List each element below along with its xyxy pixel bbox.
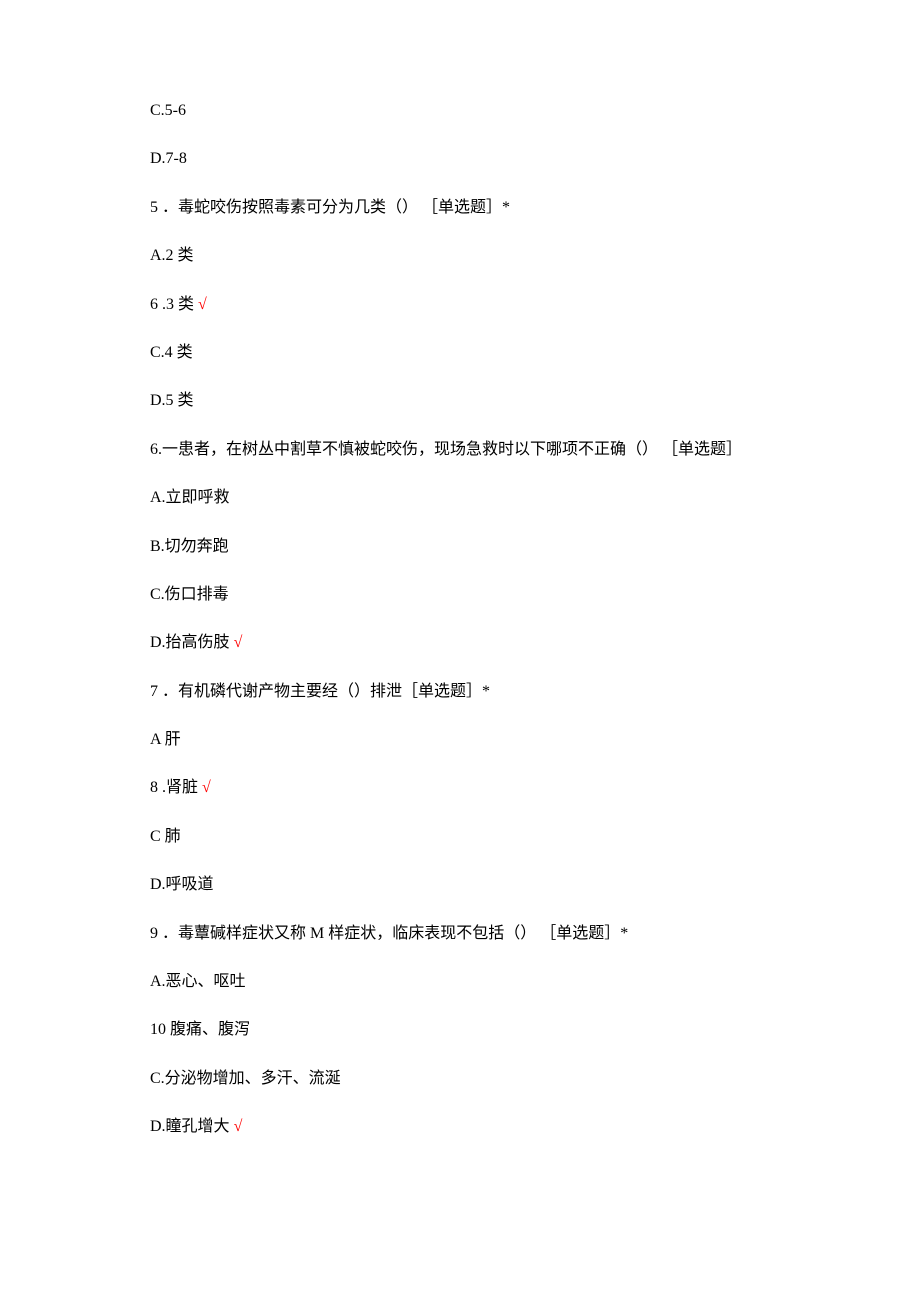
line-text: C.伤口排毒 [150,586,229,603]
line-text: D.抬高伤肢 [150,634,230,651]
text-line: A.2 类 [150,245,770,267]
text-line: D.7-8 [150,148,770,170]
line-text: C.4 类 [150,344,193,361]
text-line: C.5-6 [150,100,770,122]
text-line: D.5 类 [150,390,770,412]
text-line: B.切勿奔跑 [150,536,770,558]
line-text: D.7-8 [150,150,187,167]
line-text: A 肝 [150,731,181,748]
line-text: D.5 类 [150,392,194,409]
text-line: C.分泌物增加、多汗、流涎 [150,1068,770,1090]
line-text: C 肺 [150,828,181,845]
text-line: D.瞳孔增大√ [150,1116,770,1138]
line-text: A.恶心、呕吐 [150,973,246,990]
document-body: C.5-6 D.7-8 5 ．毒蛇咬伤按照毒素可分为几类（） ［单选题］* A.2 类… [150,100,770,1139]
correct-mark-icon: √ [202,779,211,796]
text-line: 10 腹痛、腹泻 [150,1019,770,1041]
text-line: 7 ．有机磷代谢产物主要经（）排泄［单选题］* [150,681,770,703]
text-line: 5 ．毒蛇咬伤按照毒素可分为几类（） ［单选题］* [150,197,770,219]
text-line: 9 ．毒蕈碱样症状又称 M 样症状，临床表现不包括（） ［单选题］* [150,923,770,945]
line-text: 7 ．有机磷代谢产物主要经（）排泄［单选题］* [150,683,490,700]
text-line: 6.一患者，在树丛中割草不慎被蛇咬伤，现场急救时以下哪项不正确（） ［单选题］ [150,439,770,461]
text-line: C.伤口排毒 [150,584,770,606]
correct-mark-icon: √ [234,1118,243,1135]
line-text: A.立即呼救 [150,489,230,506]
text-line: A.恶心、呕吐 [150,971,770,993]
line-text: A.2 类 [150,247,194,264]
text-line: A 肝 [150,729,770,751]
text-line: C.4 类 [150,342,770,364]
line-text: C.5-6 [150,102,186,119]
line-text: D.呼吸道 [150,876,214,893]
text-line: 8 .肾脏√ [150,777,770,799]
line-text: C.分泌物增加、多汗、流涎 [150,1070,341,1087]
line-text: 10 腹痛、腹泻 [150,1021,250,1038]
line-text: D.瞳孔增大 [150,1118,230,1135]
text-line: D.呼吸道 [150,874,770,896]
line-text: 5 ．毒蛇咬伤按照毒素可分为几类（） ［单选题］* [150,199,510,216]
line-text: 9 ．毒蕈碱样症状又称 M 样症状，临床表现不包括（） ［单选题］* [150,925,628,942]
text-line: C 肺 [150,826,770,848]
text-line: 6 .3 类√ [150,294,770,316]
line-text: 6.一患者，在树丛中割草不慎被蛇咬伤，现场急救时以下哪项不正确（） ［单选题］ [150,441,742,458]
correct-mark-icon: √ [234,634,243,651]
line-text: 8 .肾脏 [150,779,198,796]
line-text: 6 .3 类 [150,296,194,313]
line-text: B.切勿奔跑 [150,538,229,555]
text-line: A.立即呼救 [150,487,770,509]
text-line: D.抬高伤肢√ [150,632,770,654]
correct-mark-icon: √ [198,296,207,313]
